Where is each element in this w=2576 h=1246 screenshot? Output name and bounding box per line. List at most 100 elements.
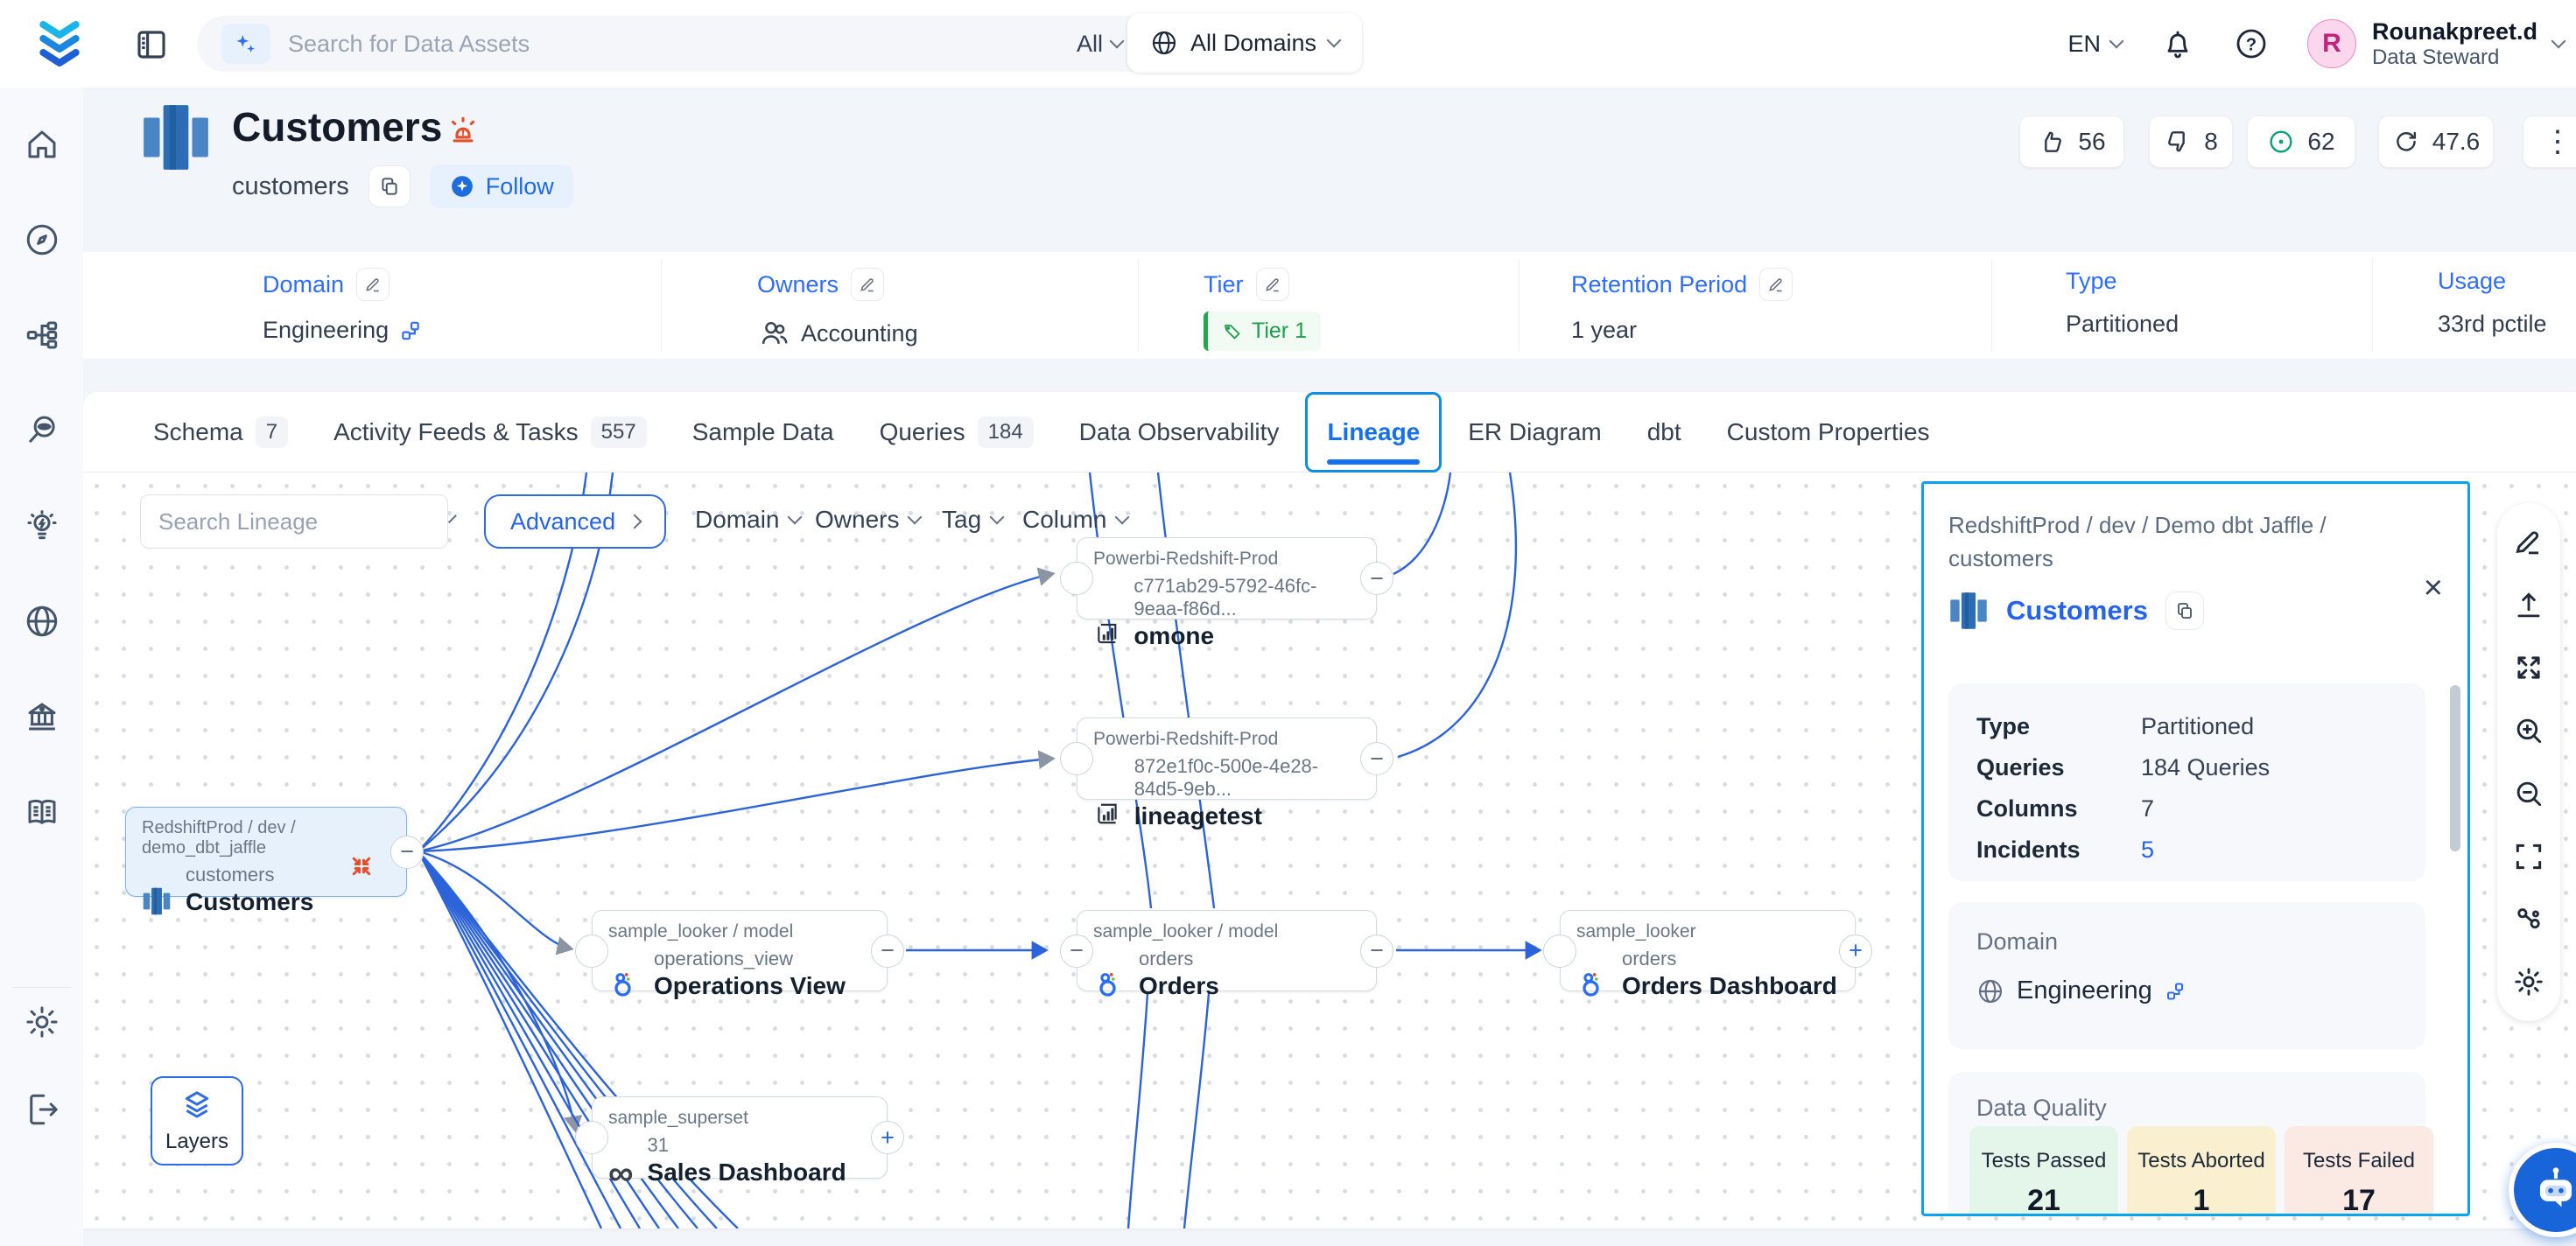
tab-data-observability[interactable]: Data Observability [1079, 392, 1280, 472]
redshift-service-icon [140, 102, 212, 173]
sidebar-item-insights[interactable] [22, 506, 62, 546]
collapse-node-icon[interactable] [348, 853, 375, 879]
version-button[interactable]: 47.6 [2378, 116, 2494, 168]
expand-downstream-handle[interactable]: + [1839, 934, 1872, 968]
expand-downstream-handle[interactable]: + [871, 1121, 904, 1154]
sidebar-item-domains[interactable] [22, 601, 62, 641]
lineage-search-input[interactable] [158, 508, 452, 536]
subdomain-icon [2165, 981, 2186, 1002]
edit-owners-icon[interactable] [851, 268, 884, 301]
lineage-node-sales-dashboard[interactable]: sample_superset ∞ 31Sales Dashboard + [592, 1096, 888, 1179]
filter-domain-dropdown[interactable]: Domain [695, 506, 800, 534]
sidebar-item-govern[interactable] [22, 696, 62, 737]
panel-breadcrumb[interactable]: RedshiftProd / dev / Demo dbt Jaffle / c… [1948, 508, 2404, 575]
watch-count-button[interactable]: 62 [2247, 116, 2355, 168]
edit-lineage-icon[interactable] [2512, 526, 2545, 559]
upvote-button[interactable]: 56 [2019, 116, 2124, 168]
thumbs-down-icon [2164, 128, 2192, 156]
search-input[interactable] [288, 31, 1059, 58]
follow-button[interactable]: Follow [430, 164, 573, 208]
sidebar-item-home[interactable] [22, 124, 62, 164]
filter-owners-dropdown[interactable]: Owners [815, 506, 920, 534]
collapse-upstream-handle[interactable] [575, 934, 608, 968]
filter-column-dropdown[interactable]: Column [1022, 506, 1127, 534]
tab-lineage[interactable]: Lineage [1305, 392, 1442, 472]
collapse-upstream-handle[interactable] [1543, 934, 1576, 968]
help-icon[interactable]: ? [2234, 26, 2269, 61]
tab-er-diagram[interactable]: ER Diagram [1468, 392, 1601, 472]
global-search-bar[interactable]: All [197, 16, 1212, 72]
tests-passed-tile: Tests Passed 21 [1969, 1126, 2118, 1216]
layers-button[interactable]: Layers [151, 1076, 243, 1166]
tab-queries[interactable]: Queries184 [880, 392, 1034, 472]
copy-icon[interactable] [369, 165, 411, 207]
tab-dbt[interactable]: dbt [1647, 392, 1681, 472]
panel-entity-link[interactable]: Customers [2006, 595, 2148, 626]
lineage-node-customers[interactable]: RedshiftProd / dev / demo_dbt_jaffle cus… [125, 807, 407, 897]
lineage-search-box[interactable] [140, 494, 448, 549]
lineage-settings-icon[interactable] [2512, 965, 2545, 998]
sidebar-item-lineage[interactable] [22, 315, 62, 355]
incidents-link[interactable]: 5 [2141, 836, 2154, 864]
language-selector[interactable]: EN [2067, 31, 2122, 58]
collapse-upstream-handle[interactable]: − [1060, 934, 1093, 968]
fit-view-icon[interactable] [2512, 840, 2545, 873]
lineage-node-omone[interactable]: Powerbi-Redshift-Prod c771ab29-5792-46fc… [1077, 537, 1377, 620]
user-role: Data Steward [2372, 46, 2537, 70]
collapse-downstream-handle[interactable]: − [871, 934, 904, 968]
collapse-upstream-handle[interactable] [1060, 562, 1093, 595]
edit-domain-icon[interactable] [356, 268, 390, 301]
collapse-downstream-handle[interactable]: − [390, 836, 424, 869]
lineage-canvas[interactable]: Advanced Domain Owners Tag Column Powerb… [83, 472, 2576, 1228]
copy-icon[interactable] [2165, 592, 2204, 630]
redshift-icon [1948, 591, 1989, 631]
lineage-node-lineagetest[interactable]: Powerbi-Redshift-Prod 872e1f0c-500e-4e28… [1077, 718, 1377, 800]
tab-custom-properties[interactable]: Custom Properties [1727, 392, 1930, 472]
panel-domain-value[interactable]: Engineering [2017, 976, 2152, 1005]
lineage-node-orders[interactable]: sample_looker / model ordersOrders − − [1077, 910, 1377, 991]
tier-tag[interactable]: Tier 1 [1204, 312, 1321, 351]
tab-activity-feeds[interactable]: Activity Feeds & Tasks557 [333, 392, 647, 472]
tab-schema[interactable]: Schema7 [153, 392, 288, 472]
collapse-downstream-handle[interactable]: − [1360, 742, 1393, 775]
more-actions-button[interactable]: ⋮ [2523, 116, 2576, 168]
sidebar-item-settings[interactable] [22, 1002, 62, 1042]
lineage-node-operations-view[interactable]: sample_looker / model operations_viewOpe… [592, 910, 888, 991]
sidebar-item-explore[interactable] [22, 220, 62, 260]
advanced-filter-button[interactable]: Advanced [484, 494, 666, 549]
alert-siren-icon[interactable] [445, 112, 481, 149]
tag-icon [1222, 321, 1243, 342]
app-logo-icon[interactable] [32, 18, 88, 74]
sidebar-item-logout[interactable] [22, 1089, 62, 1130]
zoom-out-icon[interactable] [2512, 777, 2545, 810]
user-menu[interactable]: R Rounakpreet.d Data Steward [2307, 18, 2564, 70]
panel-domain-card: Domain Engineering [1948, 902, 2425, 1049]
collapse-upstream-handle[interactable] [575, 1121, 608, 1154]
lineage-node-orders-dashboard[interactable]: sample_looker ordersOrders Dashboard + [1560, 910, 1856, 991]
downvote-button[interactable]: 8 [2149, 116, 2233, 168]
collapse-downstream-handle[interactable]: − [1360, 934, 1393, 968]
rearrange-lineage-icon[interactable] [2512, 902, 2545, 935]
collapse-upstream-handle[interactable] [1060, 742, 1093, 775]
collapse-downstream-handle[interactable]: − [1360, 562, 1393, 595]
ai-sparkle-icon[interactable] [221, 24, 270, 64]
close-icon[interactable]: × [2424, 571, 2443, 605]
sidebar-item-observability[interactable] [22, 410, 62, 451]
sidebar-item-glossary[interactable] [22, 792, 62, 832]
edit-tier-icon[interactable] [1256, 268, 1289, 301]
tests-aborted-tile: Tests Aborted 1 [2127, 1126, 2276, 1216]
info-domain: Domain Engineering [263, 268, 422, 344]
all-domains-selector[interactable]: All Domains [1127, 13, 1362, 73]
expand-icon[interactable] [2512, 651, 2545, 684]
tab-sample-data[interactable]: Sample Data [692, 392, 834, 472]
search-scope-dropdown[interactable]: All [1077, 31, 1122, 58]
panel-scrollbar[interactable] [2450, 685, 2460, 851]
tab-bar: Schema7 Activity Feeds & Tasks557 Sample… [83, 392, 2576, 472]
entity-summary-panel: RedshiftProd / dev / Demo dbt Jaffle / c… [1921, 481, 2470, 1216]
sidebar-toggle-icon[interactable] [133, 26, 170, 63]
zoom-in-icon[interactable] [2512, 714, 2545, 747]
edit-retention-icon[interactable] [1759, 268, 1793, 301]
export-icon[interactable] [2512, 589, 2545, 622]
notifications-bell-icon[interactable] [2160, 26, 2195, 61]
filter-tag-dropdown[interactable]: Tag [942, 506, 1002, 534]
